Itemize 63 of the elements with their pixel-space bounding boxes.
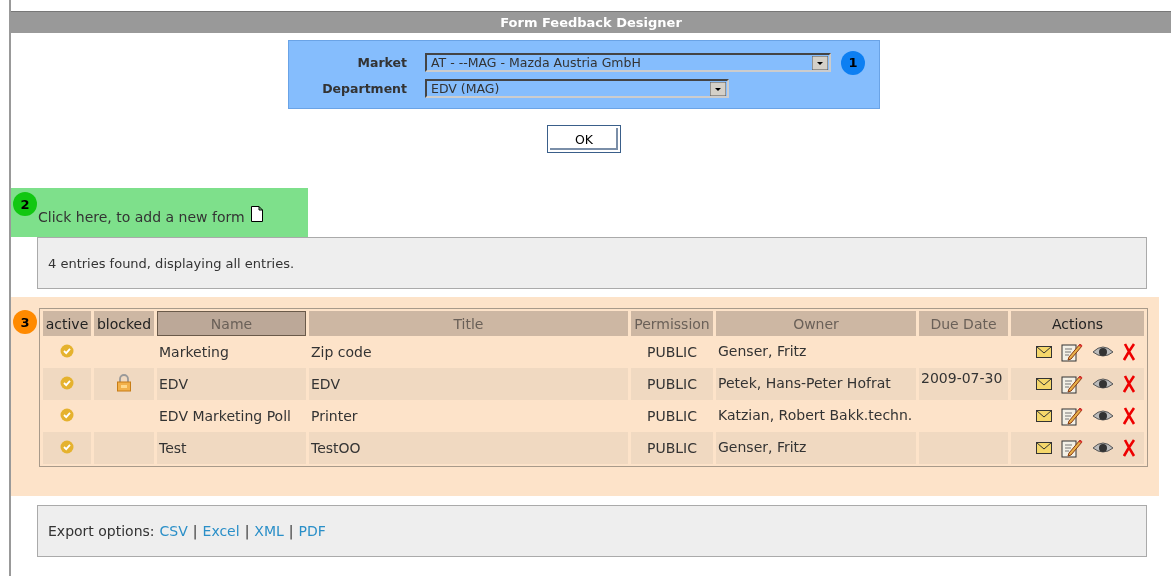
table-cell-text: Printer <box>310 407 359 426</box>
mail-icon[interactable] <box>1036 410 1052 422</box>
separator: | <box>288 523 294 539</box>
table-cell: TestOO <box>309 432 628 464</box>
table-cell: 2009-07-30 <box>921 370 1003 386</box>
table-cell-text: Zip code <box>310 343 373 362</box>
table-cell-text: Genser, Fritz <box>717 342 808 362</box>
dropdown-arrow-icon[interactable] <box>710 81 726 96</box>
column-header: blocked <box>94 311 154 336</box>
table-cell: PUBLIC <box>631 368 713 400</box>
dropdown-arrow-icon[interactable] <box>812 55 828 70</box>
table-cell: Test <box>157 432 306 464</box>
field-label: Market <box>356 55 407 70</box>
export-link[interactable]: Excel <box>202 523 240 539</box>
separator: | <box>244 523 250 539</box>
field-label: Department <box>321 81 407 96</box>
column-header[interactable]: Owner <box>716 311 916 336</box>
step-badge: 2 <box>13 192 37 216</box>
step-badge: 1 <box>841 50 865 75</box>
column-header: active <box>43 311 91 336</box>
step-badge: 3 <box>13 310 37 334</box>
dropdown[interactable]: AT - --MAG - Mazda Austria GmbH <box>425 53 831 72</box>
delete-icon[interactable] <box>1123 375 1136 393</box>
column-header[interactable]: Title <box>309 311 628 336</box>
column-header[interactable]: Due Date <box>919 311 1008 336</box>
mail-icon[interactable] <box>1036 346 1052 358</box>
delete-icon[interactable] <box>1123 343 1136 361</box>
column-header[interactable]: Name <box>157 311 306 336</box>
edit-icon[interactable] <box>1061 438 1083 458</box>
table-cell-text: Katzian, Robert Bakk.techn. <box>717 406 914 426</box>
document-icon <box>250 206 263 222</box>
view-eye-icon[interactable] <box>1092 441 1114 455</box>
ok-button[interactable]: OK <box>548 126 620 152</box>
export-link[interactable]: XML <box>254 523 284 539</box>
table-cell-text: EDV Marketing Poll <box>158 407 292 426</box>
delete-icon[interactable] <box>1123 407 1136 425</box>
edit-icon[interactable] <box>1061 374 1083 394</box>
table-cell: Genser, Fritz <box>716 432 916 464</box>
export-link[interactable]: CSV <box>159 523 188 539</box>
title-bar: Form Feedback Designer <box>11 11 1171 33</box>
mail-icon[interactable] <box>1036 378 1052 390</box>
column-header: Actions <box>1011 311 1144 336</box>
separator: | <box>192 523 198 539</box>
view-eye-icon[interactable] <box>1092 377 1114 391</box>
add-form-link[interactable]: Click here, to add a new form <box>38 209 245 225</box>
table-cell: EDV <box>309 368 628 400</box>
result-count-text: 4 entries found, displaying all entries. <box>48 255 295 271</box>
table-cell-text: PUBLIC <box>646 343 698 362</box>
table-cell: EDV <box>157 368 306 400</box>
edit-icon[interactable] <box>1061 406 1083 426</box>
delete-icon[interactable] <box>1123 439 1136 457</box>
edit-icon[interactable] <box>1061 342 1083 362</box>
table-cell: Petek, Hans-Peter Hofrat <box>716 368 916 400</box>
mail-icon[interactable] <box>1036 442 1052 454</box>
export-link[interactable]: PDF <box>298 523 326 539</box>
view-eye-icon[interactable] <box>1092 345 1114 359</box>
table-cell-text: Marketing <box>158 343 230 362</box>
export-label: Export options: <box>48 523 155 539</box>
table-cell: PUBLIC <box>631 432 713 464</box>
column-header[interactable]: Permission <box>631 311 713 336</box>
dropdown[interactable]: EDV (MAG) <box>425 79 729 98</box>
view-eye-icon[interactable] <box>1092 409 1114 423</box>
table-cell-text: PUBLIC <box>646 407 698 426</box>
